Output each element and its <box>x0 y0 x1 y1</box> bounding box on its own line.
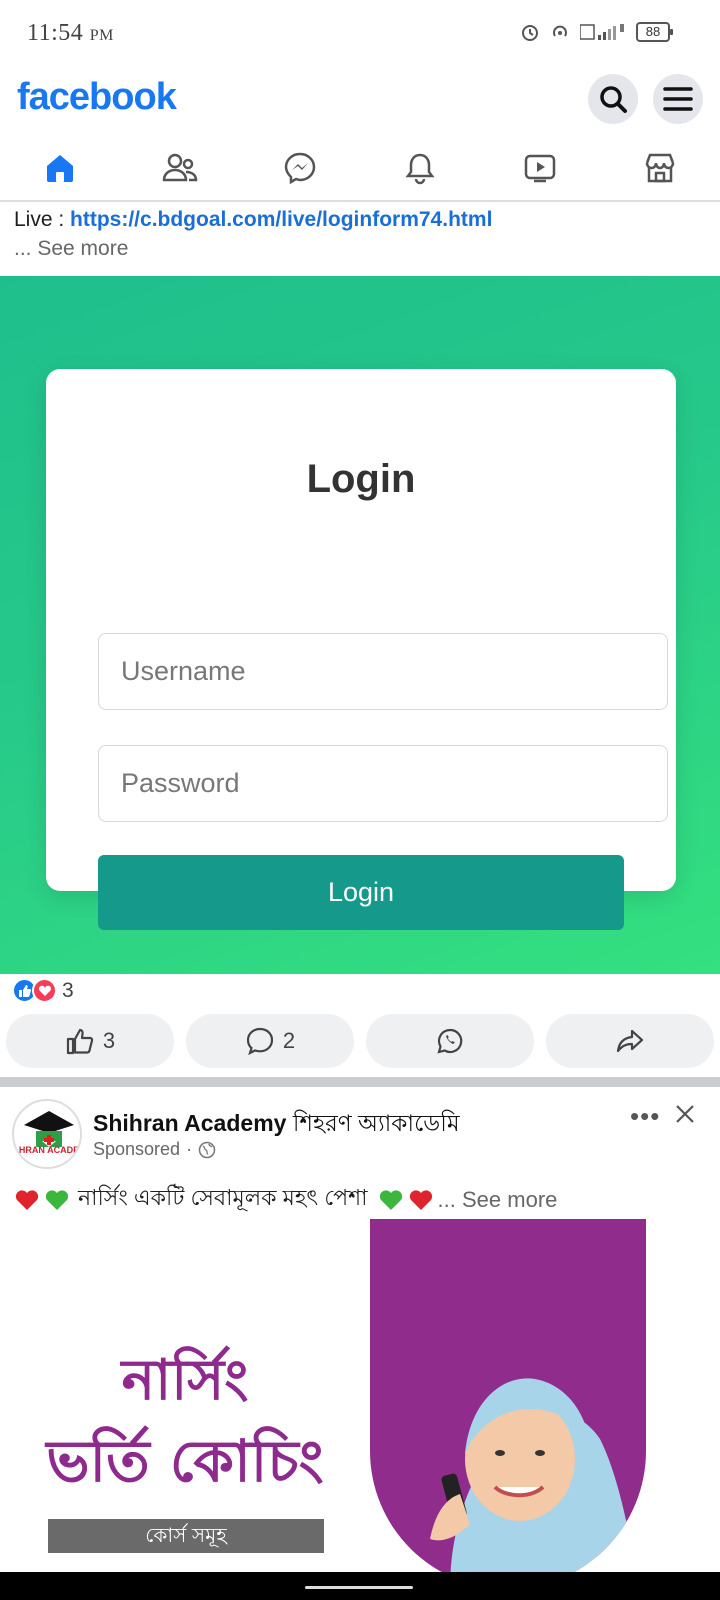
login-button[interactable]: Login <box>98 855 624 930</box>
green-heart-icon <box>45 1189 69 1210</box>
app-header: facebook <box>0 70 720 130</box>
share-icon <box>616 1029 644 1053</box>
whatsapp-share-button[interactable] <box>366 1014 534 1068</box>
post-link-line: Live : https://c.bdgoal.com/live/loginfo… <box>14 205 714 234</box>
post-link-prefix: Live : <box>14 208 71 231</box>
post-image[interactable]: Login Login <box>0 276 720 974</box>
ad-courses-bar: কোর্স সমূহ <box>48 1519 324 1553</box>
messenger-icon <box>284 152 316 185</box>
status-time: 11:54 PM <box>27 20 114 46</box>
bell-icon <box>405 153 435 185</box>
alarm-icon <box>522 25 538 41</box>
home-icon <box>47 155 73 182</box>
thumbs-up-icon <box>66 1028 93 1055</box>
search-button[interactable] <box>588 74 638 124</box>
tab-home[interactable] <box>0 138 120 198</box>
comment-button[interactable]: 2 <box>186 1014 354 1068</box>
avatar[interactable]: HRAN ACADE <box>12 1099 82 1169</box>
friends-icon <box>162 153 198 182</box>
status-icons: 88 <box>520 22 673 42</box>
red-heart-icon <box>15 1189 39 1210</box>
password-input[interactable] <box>98 745 668 822</box>
marketplace-icon <box>645 153 675 183</box>
person-on-phone-illustration <box>430 1378 637 1572</box>
ad-see-more[interactable]: ... See more <box>438 1187 558 1213</box>
ad-image[interactable]: নার্সিং ভর্তি কোচিং কোর্স সমূহ <box>0 1219 720 1572</box>
search-icon <box>600 86 627 113</box>
comment-count: 2 <box>282 1028 296 1053</box>
post-link[interactable]: https://c.bdgoal.com/live/loginform74.ht… <box>70 208 492 231</box>
facebook-logo[interactable]: facebook <box>17 76 177 119</box>
more-options-button[interactable]: ••• <box>630 1101 660 1132</box>
status-bar: 11:54 PM 88 <box>0 0 720 70</box>
comment-icon <box>246 1027 273 1056</box>
close-ad-button[interactable] <box>674 1097 696 1133</box>
username-input[interactable] <box>98 633 668 710</box>
battery-indicator: 88 <box>636 22 673 42</box>
tab-video[interactable] <box>480 138 600 198</box>
globe-icon <box>198 1141 216 1158</box>
tab-notifications[interactable] <box>360 138 480 198</box>
reaction-summary[interactable]: 3 <box>12 978 74 1003</box>
tab-marketplace[interactable] <box>600 138 720 198</box>
home-indicator[interactable] <box>305 1586 413 1589</box>
ad-headline-2: ভর্তি কোচিং <box>46 1427 324 1495</box>
post-text: Live : https://c.bdgoal.com/live/loginfo… <box>14 205 714 263</box>
login-title: Login <box>306 457 416 501</box>
post-see-more[interactable]: ... See more <box>14 234 714 263</box>
main-tab-bar <box>0 138 720 202</box>
ad-text: নার্সিং একটি সেবামূলক মহৎ পেশা ... See m… <box>14 1181 557 1218</box>
red-heart-icon <box>409 1189 432 1210</box>
share-button[interactable] <box>546 1014 714 1068</box>
signal-icon <box>580 24 624 40</box>
close-icon <box>676 1105 694 1123</box>
feed-separator <box>0 1077 720 1087</box>
hamburger-menu-icon <box>663 87 693 111</box>
like-count: 3 <box>102 1028 116 1053</box>
ad-photo-panel <box>370 1219 646 1572</box>
tab-messenger[interactable] <box>240 138 360 198</box>
love-reaction-icon <box>32 978 57 1003</box>
system-navigation-bar <box>0 1572 720 1600</box>
sponsored-label: Sponsored · <box>93 1139 216 1160</box>
sponsored-post: HRAN ACADE Shihran Academy শিহরণ অ্যাকাড… <box>0 1087 720 1572</box>
login-card: Login Login <box>46 369 676 930</box>
video-icon <box>524 154 556 183</box>
avatar-text: HRAN ACADE <box>18 1145 80 1155</box>
tab-friends[interactable] <box>120 138 240 198</box>
green-heart-icon <box>379 1189 402 1210</box>
like-button[interactable]: 3 <box>6 1014 174 1068</box>
hotspot-icon <box>553 25 567 37</box>
reaction-count: 3 <box>62 978 74 1002</box>
whatsapp-icon <box>437 1028 463 1054</box>
ad-text-body: নার্সিং একটি সেবামূলক মহৎ পেশা <box>78 1185 368 1210</box>
menu-button[interactable] <box>653 74 703 124</box>
post-actions: 3 2 <box>6 1014 714 1068</box>
